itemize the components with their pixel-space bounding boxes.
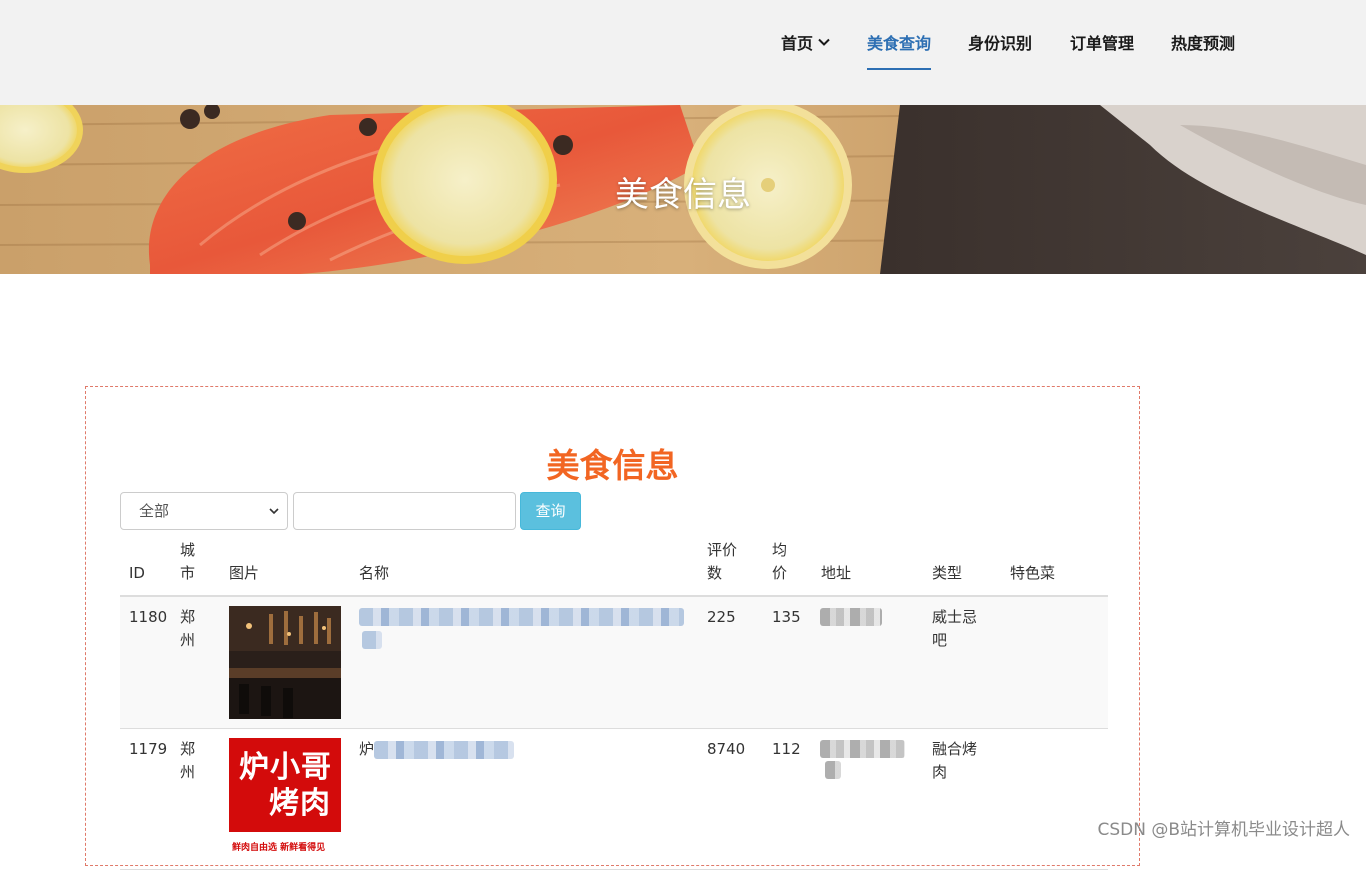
cell-type: 威士忌 吧 xyxy=(932,608,978,649)
address-redacted xyxy=(820,740,905,758)
panel-title: 美食信息 xyxy=(546,446,679,485)
nav-home[interactable]: 首页 xyxy=(781,30,831,54)
nav-orders-label: 订单管理 xyxy=(1070,34,1135,53)
col-reviews: 评价 数 xyxy=(707,541,738,582)
col-address: 地址 xyxy=(821,564,852,582)
logo-line2: 烤肉 xyxy=(269,786,331,821)
col-type: 类型 xyxy=(932,564,963,582)
table-header: ID 城 市 图片 名称 评价 数 均 价 地址 类型 特色菜 xyxy=(120,537,1108,597)
cell-name-visible: 炉 xyxy=(359,740,375,758)
cell-price: 135 xyxy=(772,608,801,626)
top-navbar: 首页 美食查询 身份识别 订单管理 热度预测 xyxy=(0,0,1366,105)
watermark: CSDN @B站计算机毕业设计超人 xyxy=(1097,820,1350,840)
col-price: 均 价 xyxy=(772,541,788,582)
cell-city: 郑 州 xyxy=(180,740,196,781)
logo-line3: 鲜肉自由选 新鲜看得见 xyxy=(232,843,326,851)
search-button[interactable]: 查询 xyxy=(520,492,581,530)
name-redacted xyxy=(359,608,684,626)
hero-banner: 美食信息 xyxy=(0,105,1366,274)
cell-city: 郑 州 xyxy=(180,608,196,649)
nav-heat-forecast-label: 热度预测 xyxy=(1171,34,1236,53)
bar-interior-image xyxy=(229,606,341,719)
table-row: 1179 郑 州 炉小哥 烤肉 鲜肉自由选 新鲜看得见 炉 8740 112 融… xyxy=(120,729,1108,870)
filter-selected-value: 全部 xyxy=(139,502,170,520)
category-filter-select[interactable]: 全部 xyxy=(120,492,288,530)
chevron-down-icon xyxy=(818,38,830,46)
cell-id: 1179 xyxy=(129,740,168,758)
nav-identity[interactable]: 身份识别 xyxy=(968,30,1032,54)
cell-type: 融合烤 肉 xyxy=(932,740,978,781)
nav-heat-forecast[interactable]: 热度预测 xyxy=(1171,30,1235,54)
name-redacted-line2 xyxy=(362,631,382,649)
cell-reviews: 225 xyxy=(707,608,736,626)
nav-orders[interactable]: 订单管理 xyxy=(1070,30,1134,54)
active-tab-underline xyxy=(867,68,932,70)
cell-id: 1180 xyxy=(129,608,168,626)
col-image: 图片 xyxy=(229,564,260,582)
nav-food-query-label: 美食查询 xyxy=(867,34,932,53)
address-redacted-line2 xyxy=(825,761,841,779)
food-table: ID 城 市 图片 名称 评价 数 均 价 地址 类型 特色菜 1180 郑 州 xyxy=(120,537,1108,870)
cell-reviews: 8740 xyxy=(707,740,746,758)
address-redacted xyxy=(820,608,882,626)
restaurant-logo-image: 炉小哥 烤肉 鲜肉自由选 新鲜看得见 xyxy=(229,738,341,851)
nav-identity-label: 身份识别 xyxy=(968,34,1033,53)
search-input[interactable] xyxy=(293,492,516,530)
cell-price: 112 xyxy=(772,740,801,758)
nav-food-query[interactable]: 美食查询 xyxy=(867,30,932,70)
col-dish: 特色菜 xyxy=(1010,564,1056,582)
table-row: 1180 郑 州 225 135 威士忌 吧 xyxy=(120,597,1108,729)
col-id: ID xyxy=(129,564,145,582)
name-redacted xyxy=(374,741,514,759)
col-city: 城 市 xyxy=(180,541,196,582)
chevron-down-icon xyxy=(269,508,279,515)
col-name: 名称 xyxy=(359,564,390,582)
nav-home-label: 首页 xyxy=(781,34,814,53)
banner-title: 美食信息 xyxy=(615,175,751,215)
food-info-panel: 美食信息 全部 查询 ID 城 市 图片 名称 评价 数 均 价 地址 类型 特… xyxy=(85,386,1140,870)
